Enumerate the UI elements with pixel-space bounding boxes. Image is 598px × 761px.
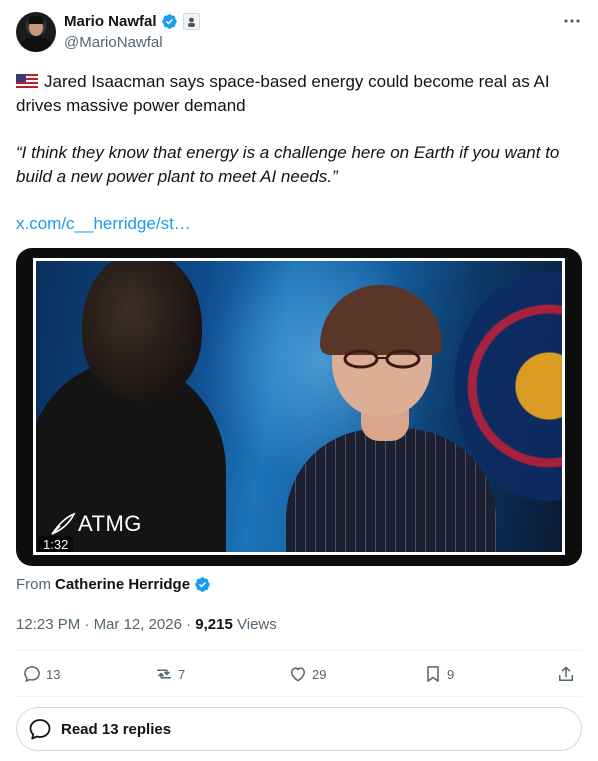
video-media[interactable]: ATMG 1:32 — [16, 248, 582, 566]
reply-bubble-icon — [29, 719, 51, 740]
video-source: From Catherine Herridge — [16, 576, 211, 593]
author-display-name[interactable]: Mario Nawfal — [64, 13, 157, 30]
heart-icon — [291, 667, 305, 682]
repost-icon — [157, 669, 171, 679]
video-duration: 1:32 — [38, 536, 74, 552]
divider — [16, 696, 582, 697]
author-handle[interactable]: @MarioNawfal — [64, 34, 163, 51]
avatar[interactable] — [16, 12, 56, 52]
video-frame[interactable]: ATMG 1:32 — [33, 258, 565, 555]
action-bar: 13 7 29 9 — [16, 664, 582, 688]
reply-count: 13 — [46, 666, 61, 682]
divider — [16, 650, 582, 651]
share-icon — [559, 666, 573, 681]
us-flag-icon — [16, 74, 38, 88]
tweet-quote-text: “I think they know that energy is a chal… — [16, 143, 560, 186]
repost-button[interactable]: 7 — [154, 664, 185, 684]
reply-button[interactable]: 13 — [22, 664, 60, 684]
like-count: 29 — [312, 666, 327, 682]
read-replies-label: Read 13 replies — [61, 720, 172, 738]
affiliate-badge-icon[interactable] — [182, 13, 200, 30]
verified-badge-icon — [161, 14, 177, 29]
tweet-card: Mario Nawfal @MarioNawfal Jared Isaacman… — [0, 0, 598, 761]
views-count: 9,215 — [195, 616, 233, 633]
source-name[interactable]: Catherine Herridge — [55, 576, 190, 593]
bookmark-button[interactable]: 9 — [423, 664, 454, 684]
more-options-icon[interactable] — [562, 14, 582, 28]
video-watermark: ATMG — [48, 511, 142, 537]
author-name-row: Mario Nawfal — [64, 13, 200, 30]
bookmark-count: 9 — [447, 666, 455, 682]
tweet-date[interactable]: Mar 12, 2026 — [94, 616, 182, 633]
like-button[interactable]: 29 — [288, 664, 326, 684]
headline: Jared Isaacman says space-based energy c… — [16, 72, 550, 115]
views-label: Views — [237, 616, 277, 633]
share-button[interactable] — [556, 664, 576, 684]
quill-icon — [51, 512, 76, 535]
bookmark-icon — [427, 666, 439, 682]
verified-badge-icon — [195, 577, 210, 592]
repost-count: 7 — [178, 666, 186, 682]
from-label: From — [16, 576, 51, 593]
tweet-time[interactable]: 12:23 PM — [16, 616, 80, 633]
tweet-headline-text: Jared Isaacman says space-based energy c… — [16, 70, 582, 118]
tweet-meta: 12:23 PM · Mar 12, 2026 · 9,215 Views — [16, 616, 277, 633]
tweet-link[interactable]: x.com/c__herridge/st… — [16, 212, 191, 236]
reply-icon — [24, 666, 40, 682]
read-replies-button[interactable]: Read 13 replies — [16, 707, 582, 751]
